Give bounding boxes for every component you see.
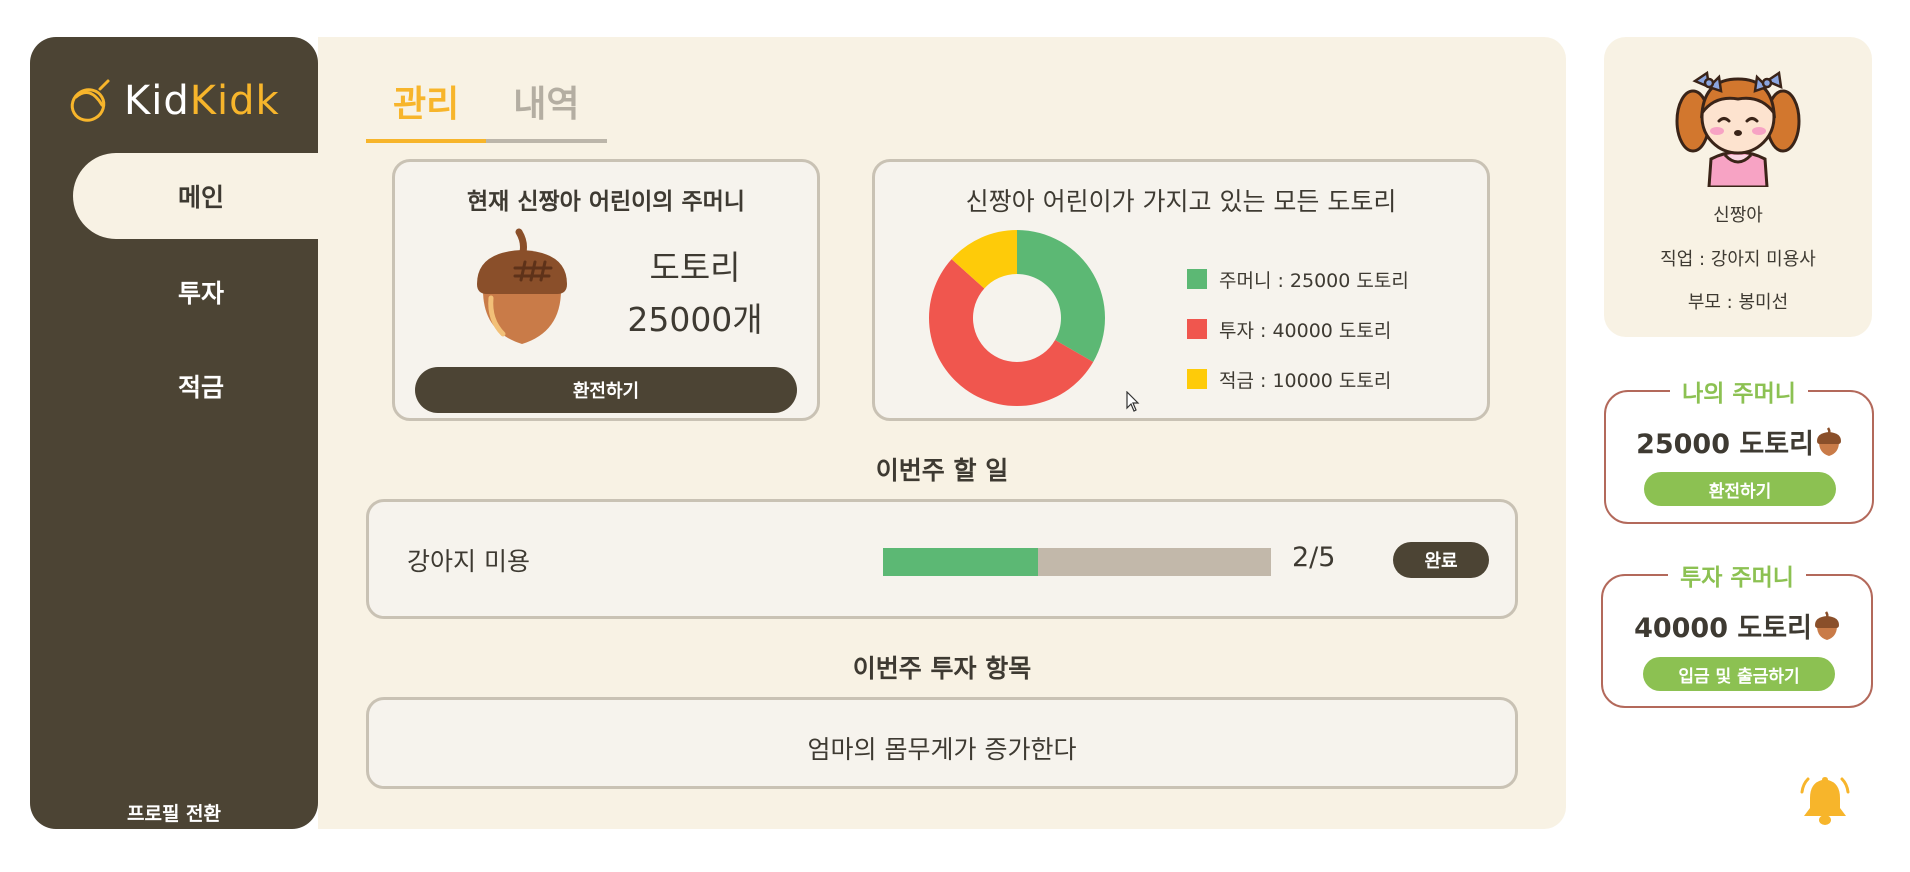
avatar (1675, 70, 1801, 187)
invest-item-text: 엄마의 몸무게가 증가한다 (807, 735, 1077, 764)
bell-icon[interactable] (1800, 774, 1850, 826)
slice-pouch (1017, 230, 1105, 362)
my-wallet-card: 나의 주머니 25000 도토리 환전하기 (1604, 381, 1874, 524)
legend-label: 적금 : 10000 도토리 (1219, 369, 1392, 392)
todo-label: 강아지 미용 (407, 547, 530, 576)
sidebar: KidKidk 메인 투자 적금 프로필 전환 (30, 37, 318, 829)
acorn-icon (1816, 426, 1841, 456)
tab-bar: 관리 내역 (366, 75, 607, 143)
pouch-card: 현재 신짱아 어린이의 주머니 도토리 25000개 환전하기 (392, 159, 820, 421)
main-panel: 관리 내역 현재 신짱아 어린이의 주머니 도토리 25000개 환전하기 신짱… (318, 37, 1566, 829)
complete-button[interactable]: 완료 (1393, 542, 1489, 578)
legend-label: 투자 : 40000 도토리 (1219, 319, 1392, 342)
todo-section-title: 이번주 할 일 (875, 456, 1009, 485)
mouse-cursor-icon (1126, 391, 1140, 412)
pouch-unit-label: 도토리 (649, 248, 741, 287)
legend-swatch (1187, 269, 1207, 289)
profile-name: 신짱아 (1713, 205, 1763, 226)
pouch-title: 현재 신짱아 어린이의 주머니 (467, 189, 745, 215)
invest-wallet-card: 투자 주머니 40000 도토리 입금 및 출금하기 (1601, 565, 1873, 708)
legend-swatch (1187, 319, 1207, 339)
sidebar-item-label: 적금 (178, 373, 225, 402)
invest-section-title: 이번주 투자 항목 (852, 654, 1032, 683)
sidebar-item-invest[interactable]: 투자 (73, 249, 318, 335)
my-wallet-amount: 25000 도토리 (1606, 422, 1872, 461)
tab-history[interactable]: 내역 (486, 75, 607, 143)
chart-legend: 주머니 : 25000 도토리 투자 : 40000 도토리 적금 : 1000… (1187, 254, 1409, 404)
donut-chart (929, 230, 1105, 406)
profile-job: 직업 : 강아지 미용사 (1660, 249, 1816, 270)
profile-card: 신짱아 직업 : 강아지 미용사 부모 : 봉미선 (1604, 37, 1872, 337)
todo-progress-fill (883, 548, 1039, 576)
tab-manage[interactable]: 관리 (366, 75, 487, 143)
brand-logo[interactable]: KidKidk (66, 71, 280, 131)
pouch-amount-value: 25000개 (627, 300, 763, 339)
profile-switch-link[interactable]: 프로필 전환 (30, 799, 318, 826)
exchange-button[interactable]: 환전하기 (415, 367, 797, 413)
legend-item-savings: 적금 : 10000 도토리 (1187, 354, 1409, 404)
acorn-icon (1814, 610, 1839, 640)
acorn-outline-icon (70, 79, 110, 122)
sidebar-item-label: 투자 (178, 279, 225, 308)
todo-progress-count: 2/5 (1292, 542, 1336, 573)
profile-parent: 부모 : 봉미선 (1687, 292, 1789, 313)
pouch-amount: 도토리 25000개 (575, 242, 815, 346)
chart-title: 신짱아 어린이가 가지고 있는 모든 도토리 (965, 187, 1397, 216)
sidebar-item-savings[interactable]: 적금 (73, 343, 318, 429)
invest-wallet-title: 투자 주머니 (1603, 558, 1871, 592)
acorn-chart-card: 신짱아 어린이가 가지고 있는 모든 도토리 주머니 : 25000 도토리 투… (872, 159, 1490, 421)
sidebar-item-main[interactable]: 메인 (73, 153, 318, 239)
legend-item-invest: 투자 : 40000 도토리 (1187, 304, 1409, 354)
todo-progress-bar (883, 548, 1271, 576)
acorn-icon (477, 228, 567, 344)
brand-name: KidKidk (124, 78, 280, 124)
sidebar-item-label: 메인 (178, 183, 225, 212)
deposit-withdraw-button[interactable]: 입금 및 출금하기 (1643, 657, 1835, 691)
legend-label: 주머니 : 25000 도토리 (1219, 269, 1409, 292)
my-wallet-title: 나의 주머니 (1606, 374, 1872, 408)
my-wallet-exchange-button[interactable]: 환전하기 (1644, 472, 1836, 506)
invest-wallet-amount: 40000 도토리 (1603, 606, 1871, 645)
todo-card: 강아지 미용 2/5 완료 (366, 499, 1518, 619)
invest-item-card[interactable]: 엄마의 몸무게가 증가한다 (366, 697, 1518, 789)
legend-swatch (1187, 369, 1207, 389)
legend-item-pouch: 주머니 : 25000 도토리 (1187, 254, 1409, 304)
